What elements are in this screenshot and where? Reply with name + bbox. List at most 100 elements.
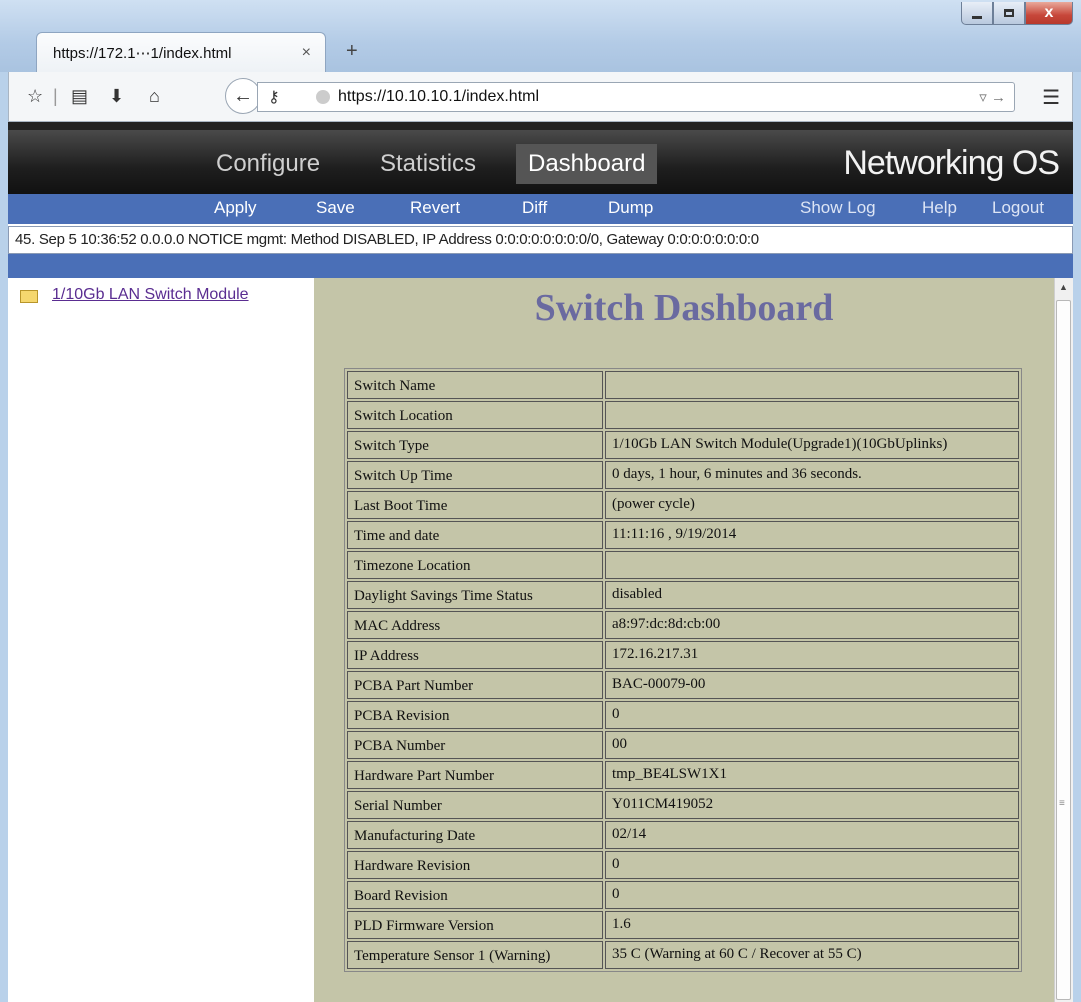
row-label: PCBA Part Number xyxy=(347,671,603,699)
nav-statistics[interactable]: Statistics xyxy=(380,150,476,178)
table-row: PLD Firmware Version 1.6 xyxy=(347,911,1019,939)
key-icon[interactable]: ⚷ xyxy=(268,87,280,107)
table-row: Switch Type 1/10Gb LAN Switch Module(Upgr… xyxy=(347,431,1019,459)
page-title: Switch Dashboard xyxy=(534,287,834,329)
navigation-tree: 1/10Gb LAN Switch Module xyxy=(8,278,314,1002)
dashboard-panel: Switch Dashboard Switch Name Switch Locat… xyxy=(314,278,1054,1002)
vertical-scrollbar[interactable]: ▲ ≡ xyxy=(1054,278,1073,1002)
table-row: PCBA Revision 0 xyxy=(347,701,1019,729)
table-row: Hardware Part Number tmp_BE4LSW1X1 xyxy=(347,761,1019,789)
row-value: 1.6 xyxy=(605,911,1019,939)
row-value: 02/14 xyxy=(605,821,1019,849)
back-arrow-icon: ← xyxy=(233,84,253,107)
row-value: 1/10Gb LAN Switch Module(Upgrade1)(10GbU… xyxy=(605,431,1019,459)
scroll-grip-icon: ≡ xyxy=(1059,798,1065,809)
table-row: PCBA Number 00 xyxy=(347,731,1019,759)
top-band xyxy=(8,122,1073,130)
tab-title: https://172.1⋯1/index.html xyxy=(53,44,232,62)
row-label: IP Address xyxy=(347,641,603,669)
row-value: Y011CM419052 xyxy=(605,791,1019,819)
row-label: Daylight Savings Time Status xyxy=(347,581,603,609)
diff-link[interactable]: Diff xyxy=(522,198,547,218)
menu-icon[interactable]: ☰ xyxy=(1042,85,1060,110)
row-value xyxy=(605,551,1019,579)
row-label: Timezone Location xyxy=(347,551,603,579)
switch-info-table: Switch Name Switch Location Switch Type 1/1… xyxy=(344,368,1022,972)
row-label: Time and date xyxy=(347,521,603,549)
title-bar: x https://172.1⋯1/index.html × + xyxy=(0,0,1081,72)
bookmark-star-icon[interactable]: ☆ xyxy=(27,86,43,107)
scroll-up-icon[interactable]: ▲ xyxy=(1059,282,1068,292)
table-row: Daylight Savings Time Status disabled xyxy=(347,581,1019,609)
window-controls: x xyxy=(961,2,1073,28)
minimize-button[interactable] xyxy=(961,2,993,25)
table-row: Serial Number Y011CM419052 xyxy=(347,791,1019,819)
table-row: Manufacturing Date 02/14 xyxy=(347,821,1019,849)
address-bar[interactable]: ⚷ https://10.10.10.1/index.html ▿ → xyxy=(257,82,1015,112)
revert-link[interactable]: Revert xyxy=(410,198,460,218)
reader-view-icon[interactable]: ▤ xyxy=(71,86,88,107)
table-row: IP Address 172.16.217.31 xyxy=(347,641,1019,669)
back-button[interactable]: ← xyxy=(225,78,261,114)
navigation-toolbar: ☆ | ▤ ⬇ ⌂ ← ⚷ https://10.10.10.1/index.h… xyxy=(8,72,1073,122)
scrollbar-thumb[interactable] xyxy=(1056,300,1071,1000)
row-label: Manufacturing Date xyxy=(347,821,603,849)
table-row: Time and date 11:11:16 , 9/19/2014 xyxy=(347,521,1019,549)
row-value: a8:97:dc:8d:cb:00 xyxy=(605,611,1019,639)
row-value: BAC-00079-00 xyxy=(605,671,1019,699)
row-value: tmp_BE4LSW1X1 xyxy=(605,761,1019,789)
nav-dashboard[interactable]: Dashboard xyxy=(516,144,658,184)
globe-icon xyxy=(316,90,330,104)
row-value: 0 xyxy=(605,701,1019,729)
show-log-link[interactable]: Show Log xyxy=(800,198,876,218)
new-tab-icon[interactable]: + xyxy=(346,40,358,63)
row-label: Board Revision xyxy=(347,881,603,909)
row-label: Switch Location xyxy=(347,401,603,429)
url-text: https://10.10.10.1/index.html xyxy=(338,88,540,105)
browser-window: x https://172.1⋯1/index.html × + ☆ | ▤ ⬇… xyxy=(0,0,1081,1002)
logout-link[interactable]: Logout xyxy=(992,198,1044,218)
row-value: 35 C (Warning at 60 C / Recover at 55 C) xyxy=(605,941,1019,969)
log-message-bar: 45. Sep 5 10:36:52 0.0.0.0 NOTICE mgmt: … xyxy=(8,226,1073,254)
row-label: Hardware Revision xyxy=(347,851,603,879)
table-row: Switch Name xyxy=(347,371,1019,399)
minimize-icon xyxy=(972,15,982,19)
row-value: 172.16.217.31 xyxy=(605,641,1019,669)
row-value: (power cycle) xyxy=(605,491,1019,519)
row-label: PCBA Revision xyxy=(347,701,603,729)
table-row: Last Boot Time (power cycle) xyxy=(347,491,1019,519)
action-bar: Apply Save Revert Diff Dump Show Log Hel… xyxy=(8,194,1073,224)
apply-link[interactable]: Apply xyxy=(214,198,257,218)
home-icon[interactable]: ⌂ xyxy=(149,86,160,107)
table-row: Hardware Revision 0 xyxy=(347,851,1019,879)
row-label: MAC Address xyxy=(347,611,603,639)
tree-item-switch-module[interactable]: 1/10Gb LAN Switch Module xyxy=(52,286,249,304)
row-value: 0 days, 1 hour, 6 minutes and 36 seconds… xyxy=(605,461,1019,489)
row-value: 00 xyxy=(605,731,1019,759)
toolbar-separator: | xyxy=(53,86,58,106)
row-label: Switch Type xyxy=(347,431,603,459)
save-link[interactable]: Save xyxy=(316,198,355,218)
dump-link[interactable]: Dump xyxy=(608,198,653,218)
browser-tab[interactable]: https://172.1⋯1/index.html × xyxy=(36,32,326,72)
close-icon: x xyxy=(1044,4,1054,21)
download-icon[interactable]: ⬇ xyxy=(109,86,124,107)
row-label: Switch Name xyxy=(347,371,603,399)
tab-close-icon[interactable]: × xyxy=(302,44,311,62)
brand-logo: Networking OS xyxy=(843,144,1060,182)
row-label: Last Boot Time xyxy=(347,491,603,519)
go-arrow-icon[interactable]: ▿ → xyxy=(979,88,1006,106)
table-row: Temperature Sensor 1 (Warning) 35 C (Warn… xyxy=(347,941,1019,969)
close-window-button[interactable]: x xyxy=(1025,2,1073,25)
table-row: Board Revision 0 xyxy=(347,881,1019,909)
app-header: Configure Statistics Dashboard Networkin… xyxy=(8,130,1073,194)
row-label: Switch Up Time xyxy=(347,461,603,489)
nav-configure[interactable]: Configure xyxy=(216,150,320,178)
row-value: 0 xyxy=(605,851,1019,879)
row-label: PLD Firmware Version xyxy=(347,911,603,939)
maximize-button[interactable] xyxy=(993,2,1025,25)
row-value xyxy=(605,371,1019,399)
table-row: PCBA Part Number BAC-00079-00 xyxy=(347,671,1019,699)
help-link[interactable]: Help xyxy=(922,198,957,218)
row-value: 0 xyxy=(605,881,1019,909)
